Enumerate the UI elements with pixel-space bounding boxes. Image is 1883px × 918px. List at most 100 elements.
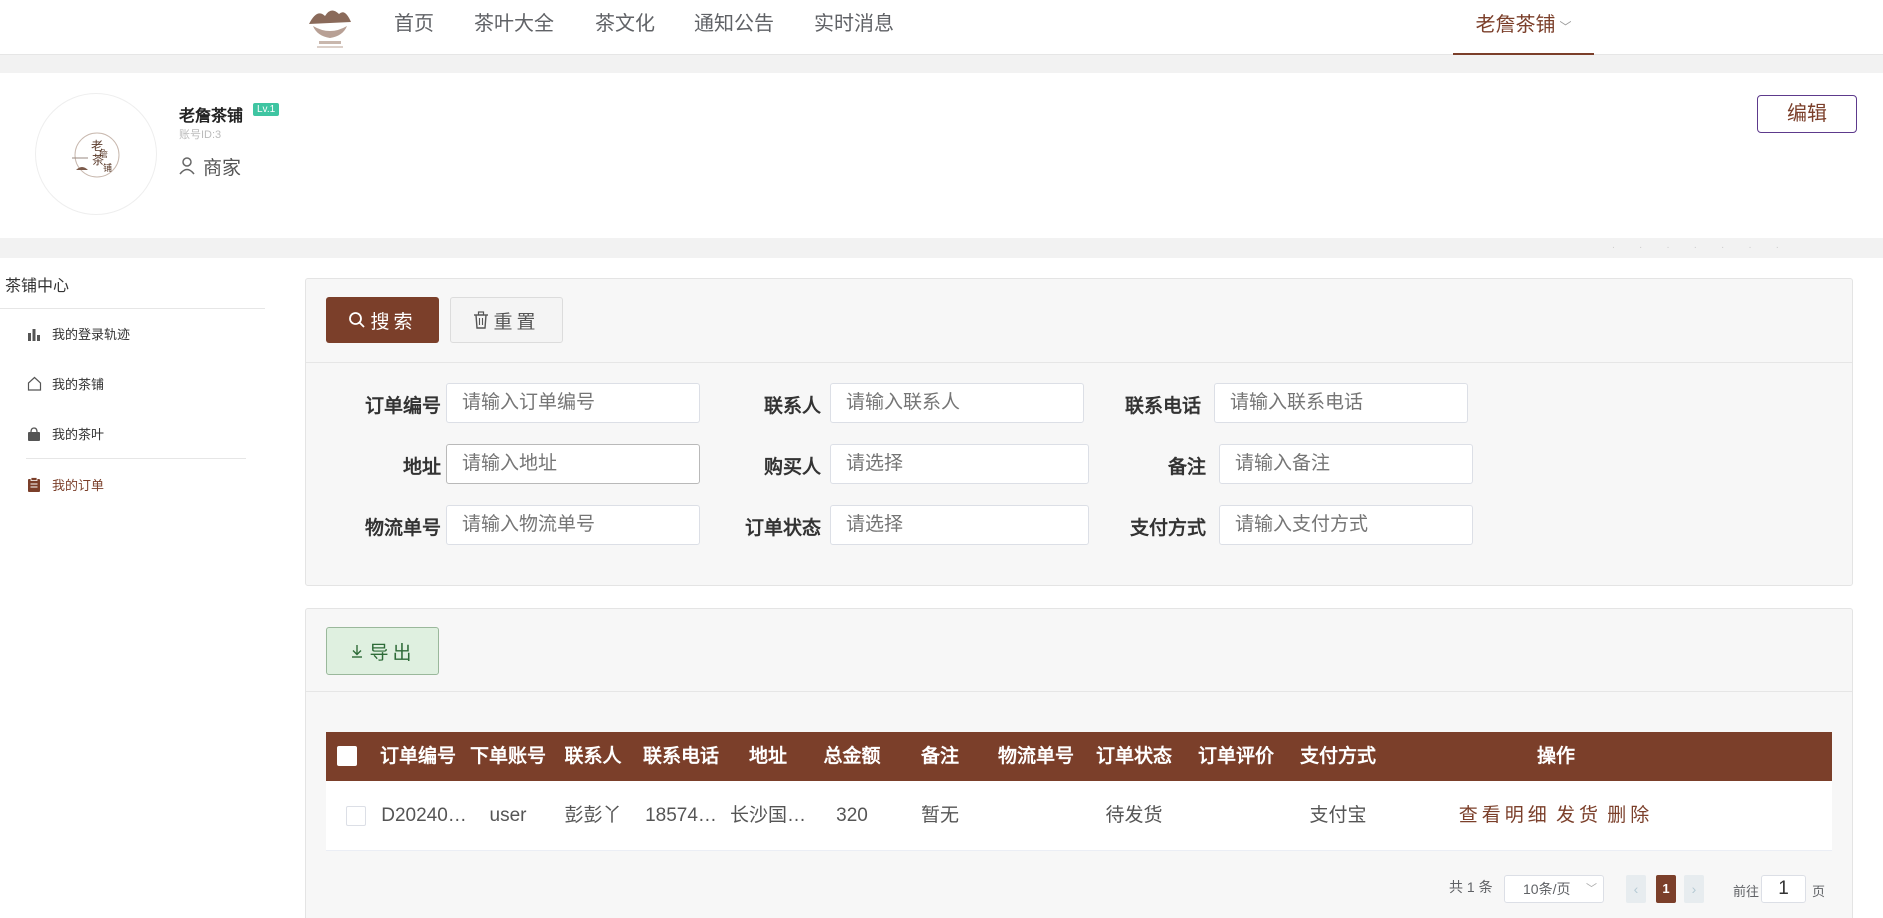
search-button[interactable]: 搜索 [326,297,439,343]
delete-link[interactable]: 删除 [1607,805,1653,826]
user-menu-label: 老詹茶铺 [1475,14,1556,36]
goto-page-input[interactable]: 1 [1761,875,1806,903]
sidebar-item-label: 我的订单 [52,478,105,493]
sidebar-item-my-shop[interactable]: 我的茶铺 [26,374,104,393]
pagination-total: 共 1 条 [1449,879,1493,895]
cell-account: user [489,805,527,826]
field-label-order-no: 订单编号 [364,396,441,417]
sidebar-item-divider [26,458,246,459]
edit-button[interactable]: 编辑 [1757,95,1857,133]
view-details-link[interactable]: 查看明细 [1459,805,1551,826]
chevron-down-icon: ﹀ [1586,883,1597,895]
prev-page-button[interactable]: ‹ [1626,875,1646,903]
col-actions: 操作 [1536,746,1575,767]
table-row: D20240… user 彭彭丫 18574… 长沙国… 320 暂无 待发货 … [326,781,1832,851]
col-logistics-no[interactable]: 物流单号 [986,732,1086,781]
ship-link[interactable]: 发货 [1556,805,1602,826]
nav-announcements[interactable]: 通知公告 [694,10,774,38]
avatar: 老 詹 茶 铺 [35,93,157,215]
table-panel: 导出 订单编号 下单账号 联系人 联系电话 地址 总金额 备注 物流单号 订单状… [305,608,1853,918]
field-label-logistics-no: 物流单号 [364,518,441,539]
field-label-address: 地址 [402,457,441,478]
field-label-remark: 备注 [1167,457,1206,478]
field-label-order-status: 订单状态 [744,518,821,539]
cell-phone: 18574… [645,805,717,826]
profile-role: 商家 [179,153,241,181]
contact-input[interactable] [830,383,1084,423]
goto-suffix: 页 [1812,884,1826,899]
page-size-label: 10条/页 [1523,881,1571,897]
clipboard-icon [26,477,42,493]
pay-method-input[interactable] [1219,505,1473,545]
search-button-label: 搜索 [370,311,417,333]
sidebar-divider [0,308,265,309]
col-order-status[interactable]: 订单状态 [1084,732,1184,781]
decorative-dots: ······· [1611,242,1803,253]
field-label-contact: 联系人 [763,396,821,417]
divider-band [0,55,1883,73]
phone-input[interactable] [1214,383,1468,423]
col-remark[interactable]: 备注 [898,732,982,781]
level-badge: Lv.1 [253,103,280,116]
next-page-button[interactable]: › [1684,875,1704,903]
cell-order-status: 待发货 [1105,805,1163,826]
cell-remark: 暂无 [920,805,959,826]
col-total[interactable]: 总金额 [810,732,894,781]
chevron-right-icon: › [1691,881,1697,897]
divider-band-2: ······· [0,238,1883,258]
col-phone[interactable]: 联系电话 [636,732,726,781]
role-label: 商家 [203,158,242,179]
sidebar-item-label: 我的茶叶 [52,427,105,442]
order-no-input[interactable] [446,383,700,423]
user-icon [179,157,195,181]
col-account[interactable]: 下单账号 [466,732,550,781]
logistics-no-input[interactable] [446,505,700,545]
export-button-label: 导出 [369,642,416,664]
nav-tea-encyclopedia[interactable]: 茶叶大全 [474,10,554,38]
field-label-pay-method: 支付方式 [1129,518,1206,539]
site-logo[interactable] [305,2,355,50]
sidebar-title: 茶铺中心 [5,278,70,295]
trash-icon [473,311,489,329]
order-status-select[interactable] [830,505,1089,545]
sidebar-item-login-history[interactable]: 我的登录轨迹 [26,324,130,343]
profile-header: 老 詹 茶 铺 老詹茶铺 Lv.1 账号ID:3 商家 编辑 [0,73,1883,238]
chevron-down-icon: ﹀ [1559,20,1572,34]
cell-logistics-no [986,781,1086,851]
home-icon [26,376,42,392]
remark-input[interactable] [1219,444,1473,484]
reset-button[interactable]: 重置 [450,297,563,343]
current-page[interactable]: 1 [1656,875,1676,903]
nav-home[interactable]: 首页 [394,10,434,38]
field-label-phone: 联系电话 [1124,396,1201,417]
chevron-left-icon: ‹ [1633,881,1639,897]
cell-address: 长沙国… [729,805,806,826]
nav-tea-culture[interactable]: 茶文化 [595,10,655,38]
col-contact[interactable]: 联系人 [551,732,635,781]
col-order-review[interactable]: 订单评价 [1186,732,1286,781]
cell-order-review [1186,781,1286,851]
table-panel-divider [306,691,1852,692]
search-icon [348,311,366,329]
sidebar-item-my-orders[interactable]: 我的订单 [26,475,104,494]
field-label-buyer: 购买人 [763,457,821,478]
select-all-checkbox[interactable] [337,746,357,766]
nav-realtime-messages[interactable]: 实时消息 [814,10,894,38]
col-pay-method[interactable]: 支付方式 [1288,732,1388,781]
user-menu[interactable]: 老詹茶铺 ﹀ [1453,0,1594,55]
cell-contact: 彭彭丫 [564,805,622,826]
bag-icon [26,426,42,442]
col-address[interactable]: 地址 [726,732,810,781]
address-input[interactable] [446,444,700,484]
top-navbar: 首页 茶叶大全 茶文化 通知公告 实时消息 老詹茶铺 ﹀ [0,0,1883,55]
sidebar-item-my-tea[interactable]: 我的茶叶 [26,424,104,443]
export-button[interactable]: 导出 [326,627,439,675]
row-checkbox[interactable] [346,806,366,826]
bar-chart-icon [26,326,42,342]
col-order-no[interactable]: 订单编号 [376,732,460,781]
sidebar-item-label: 我的茶铺 [52,377,105,392]
buyer-select[interactable] [830,444,1089,484]
goto-prefix: 前往 [1733,884,1760,899]
search-panel-divider [306,362,1852,363]
page-size-select[interactable]: 10条/页 ﹀ [1504,875,1604,903]
